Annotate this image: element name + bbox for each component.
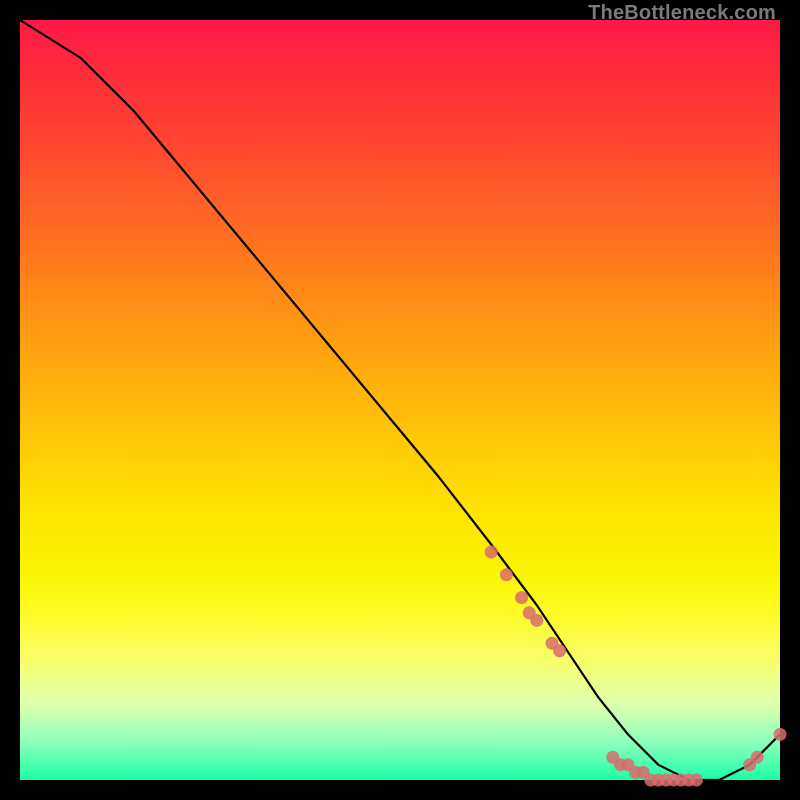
data-point (485, 546, 498, 559)
data-point (515, 591, 528, 604)
curve-line-group (20, 20, 780, 780)
data-point (500, 568, 513, 581)
plot-area (20, 20, 780, 780)
data-points-group (485, 546, 787, 787)
chart-frame: TheBottleneck.com (0, 0, 800, 800)
data-point (553, 644, 566, 657)
data-point (751, 751, 764, 764)
data-point (530, 614, 543, 627)
chart-svg (20, 20, 780, 780)
data-point (690, 774, 703, 787)
curve-line (20, 20, 780, 780)
data-point (774, 728, 787, 741)
